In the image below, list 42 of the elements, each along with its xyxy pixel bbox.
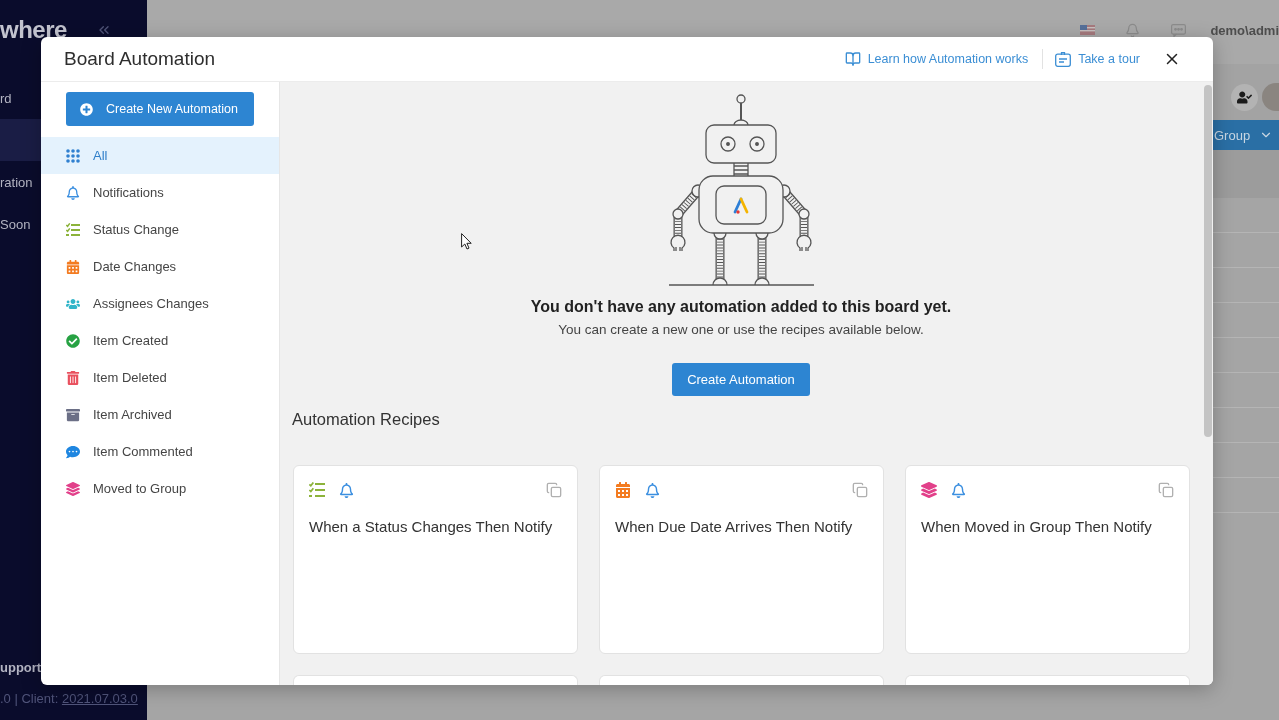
section-title: Automation Recipes [292, 409, 440, 430]
recipe-title: When a Status Changes Then Notify [309, 517, 554, 537]
dialog-title: Board Automation [64, 48, 217, 70]
version-text: .0 | Client: 2021.07.03.0 [0, 690, 139, 708]
category-item[interactable]: All [41, 137, 279, 174]
category-item[interactable]: Moved to Group [41, 470, 279, 507]
flag-icon[interactable] [1080, 25, 1096, 35]
chat-icon[interactable] [1171, 23, 1187, 37]
create-automation-button[interactable]: Create Automation [672, 363, 810, 396]
copy-icon[interactable] [546, 482, 562, 498]
logo-text: where [0, 16, 67, 44]
copy-icon[interactable] [1158, 482, 1174, 498]
user-check-icon[interactable] [1231, 83, 1258, 111]
copy-icon[interactable] [852, 482, 868, 498]
recipe-title: When Due Date Arrives Then Notify [615, 517, 854, 537]
bell-icon [951, 482, 966, 498]
group-button[interactable]: Group [1213, 120, 1279, 150]
scrollbar-thumb[interactable] [1204, 85, 1212, 437]
category-item[interactable]: Item Commented [41, 433, 279, 470]
book-icon [844, 51, 861, 67]
mouse-pointer-icon [461, 233, 472, 250]
recipe-card[interactable]: When Moved in Group Then Notify [905, 465, 1190, 654]
help-link[interactable]: Learn how Automation works [844, 51, 1029, 67]
recipe-title: When Moved in Group Then Notify [921, 517, 1153, 537]
category-item[interactable]: Item Deleted [41, 359, 279, 396]
bell-icon[interactable] [1125, 22, 1141, 38]
user-name[interactable]: demo\admi [1210, 22, 1279, 38]
empty-state-text: You can create a new one or use the recipes available below. [558, 321, 924, 339]
bell-icon [645, 482, 660, 498]
category-item[interactable]: Status Change [41, 211, 279, 248]
create-new-automation-button[interactable]: Create New Automation [66, 92, 254, 126]
tour-link[interactable]: Take a tour [1055, 51, 1140, 67]
category-item[interactable]: Item Created [41, 322, 279, 359]
empty-state-heading: You don't have any automation added to this board yet. [530, 297, 952, 317]
category-item[interactable]: Date Changes [41, 248, 279, 285]
category-item[interactable]: Item Archived [41, 396, 279, 433]
clipboard-icon [1055, 51, 1072, 67]
recipe-card[interactable]: When Due Date Arrives Then Notify [599, 465, 884, 654]
bell-icon [339, 482, 354, 498]
category-item[interactable]: Assignees Changes [41, 285, 279, 322]
recipe-card[interactable]: When a Status Changes Then Notify [293, 465, 578, 654]
category-item[interactable]: Notifications [41, 174, 279, 211]
